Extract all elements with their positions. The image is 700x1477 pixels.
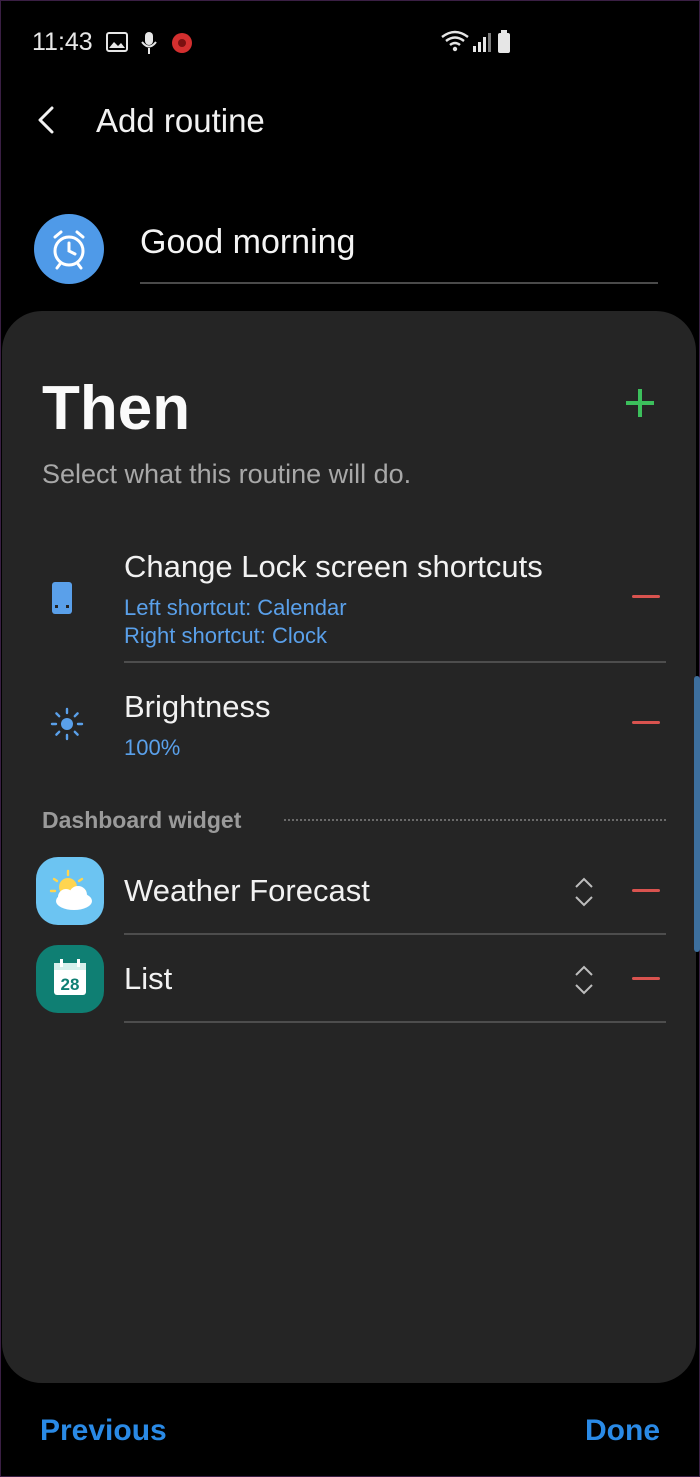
brightness-icon	[50, 707, 84, 741]
status-bar: 11:43	[0, 0, 700, 88]
remove-widget-button[interactable]	[632, 977, 660, 980]
then-heading: Then	[42, 374, 191, 443]
previous-button[interactable]: Previous	[40, 1414, 167, 1448]
reorder-icon[interactable]	[572, 963, 596, 997]
app-header: Add routine	[0, 90, 700, 154]
reorder-icon[interactable]	[572, 875, 596, 909]
remove-action-button[interactable]	[632, 721, 660, 724]
action-brightness[interactable]: Brightness 100%	[2, 685, 696, 775]
action-title: Change Lock screen shortcuts	[124, 549, 543, 584]
image-icon	[106, 32, 128, 52]
widget-title: List	[124, 961, 173, 996]
routine-name-input[interactable]: Good morning	[140, 220, 658, 284]
remove-widget-button[interactable]	[632, 889, 660, 892]
page-title: Add routine	[96, 102, 265, 139]
alarm-clock-icon	[53, 230, 85, 270]
plus-icon[interactable]	[620, 383, 660, 423]
mic-icon	[141, 32, 157, 54]
status-time: 11:43	[32, 28, 93, 56]
signal-icon	[473, 33, 491, 52]
divider	[124, 933, 666, 935]
section-divider	[284, 819, 666, 821]
action-detail: Right shortcut: Clock	[124, 623, 327, 648]
widget-title: Weather Forecast	[124, 873, 370, 908]
calendar-day: 28	[61, 975, 80, 994]
then-card: Then Select what this routine will do. C…	[2, 311, 696, 1383]
remove-action-button[interactable]	[632, 595, 660, 598]
done-button[interactable]: Done	[585, 1414, 660, 1448]
widget-weather-forecast[interactable]: Weather Forecast	[2, 851, 696, 937]
back-arrow-icon[interactable]	[30, 100, 66, 140]
calendar-icon: 28	[36, 945, 104, 1013]
action-lock-screen-shortcuts[interactable]: Change Lock screen shortcuts Left shortc…	[2, 541, 696, 665]
dashboard-section-label: Dashboard widget	[42, 807, 242, 833]
red-app-icon	[172, 33, 192, 53]
phone-icon	[52, 582, 72, 614]
battery-icon	[498, 30, 510, 53]
divider	[124, 661, 666, 663]
routine-icon-button[interactable]	[34, 214, 104, 284]
divider	[124, 1021, 666, 1023]
routine-name-row: Good morning	[0, 210, 700, 290]
then-subtitle: Select what this routine will do.	[42, 459, 412, 489]
widget-list[interactable]: 28 List	[2, 941, 696, 1027]
action-detail: Left shortcut: Calendar	[124, 595, 347, 620]
wifi-icon	[441, 30, 469, 52]
action-title: Brightness	[124, 689, 271, 724]
weather-icon	[36, 857, 104, 925]
scrollbar[interactable]	[694, 676, 700, 952]
action-detail: 100%	[124, 735, 181, 760]
